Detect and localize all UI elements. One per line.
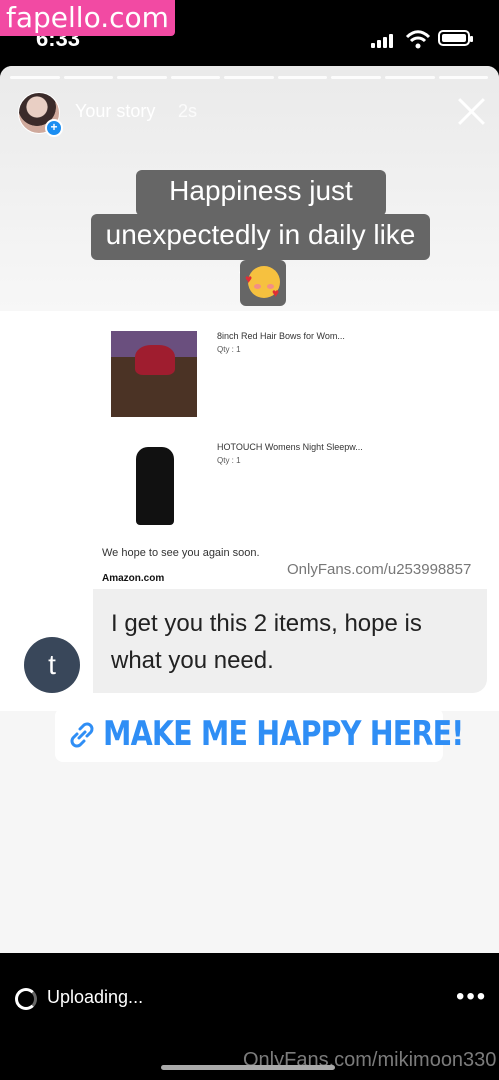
thank-you-text: We hope to see you again soon. — [102, 547, 260, 559]
story-time: 2s — [178, 101, 198, 121]
home-indicator[interactable] — [161, 1065, 335, 1070]
item-1-qty: Qty : 1 — [217, 345, 241, 354]
bottom-bar: Uploading... ••• OnlyFans.com/mikimoon33… — [0, 953, 499, 1080]
uploading-spinner-icon — [15, 988, 37, 1010]
signal-icon — [371, 32, 399, 48]
story-progress-bar — [10, 76, 489, 79]
link-sticker[interactable]: MAKE ME HAPPY HERE! — [55, 708, 464, 762]
wifi-icon — [405, 30, 431, 49]
story-caption-line-1: Happiness just come — [136, 170, 386, 248]
item-2-name: HOTOUCH Womens Night Sleepw... — [217, 442, 363, 452]
message-row: t I get you this 2 items, hope is what y… — [0, 589, 499, 711]
message-bubble: I get you this 2 items, hope is what you… — [93, 589, 487, 693]
link-sticker-label[interactable]: MAKE ME HAPPY HERE! — [103, 714, 464, 754]
message-text: I get you this 2 items, hope is what you… — [111, 610, 422, 674]
message-avatar: t — [24, 637, 80, 693]
order-screenshot: 8inch Red Hair Bows for Wom... Qty : 1 H… — [0, 311, 499, 589]
hair-bow-image — [111, 331, 197, 417]
site-watermark: fapello.com — [0, 0, 175, 36]
link-icon — [70, 722, 94, 748]
uploading-label: Uploading... — [47, 987, 144, 1007]
more-options-icon[interactable]: ••• — [456, 985, 487, 1009]
nightdress-image — [130, 441, 216, 527]
story-caption-line-2: unexpectedly in daily like this — [91, 214, 430, 292]
smiling-face-with-hearts-icon: ♥ ♥ — [240, 260, 286, 306]
close-icon[interactable] — [456, 96, 486, 126]
item-1-name: 8inch Red Hair Bows for Wom... — [217, 331, 345, 341]
brand-text: Amazon.com — [102, 573, 165, 584]
battery-icon — [438, 30, 473, 46]
story-viewer: + Your story 2s Happiness just come unex… — [0, 66, 499, 953]
status-bar: 6:33 fapello.com — [0, 0, 499, 66]
add-story-icon[interactable]: + — [45, 119, 63, 137]
onlyfans-watermark: OnlyFans.com/u253998857 — [287, 561, 472, 578]
story-user-label[interactable]: Your story — [75, 101, 155, 122]
item-2-qty: Qty : 1 — [217, 456, 241, 465]
